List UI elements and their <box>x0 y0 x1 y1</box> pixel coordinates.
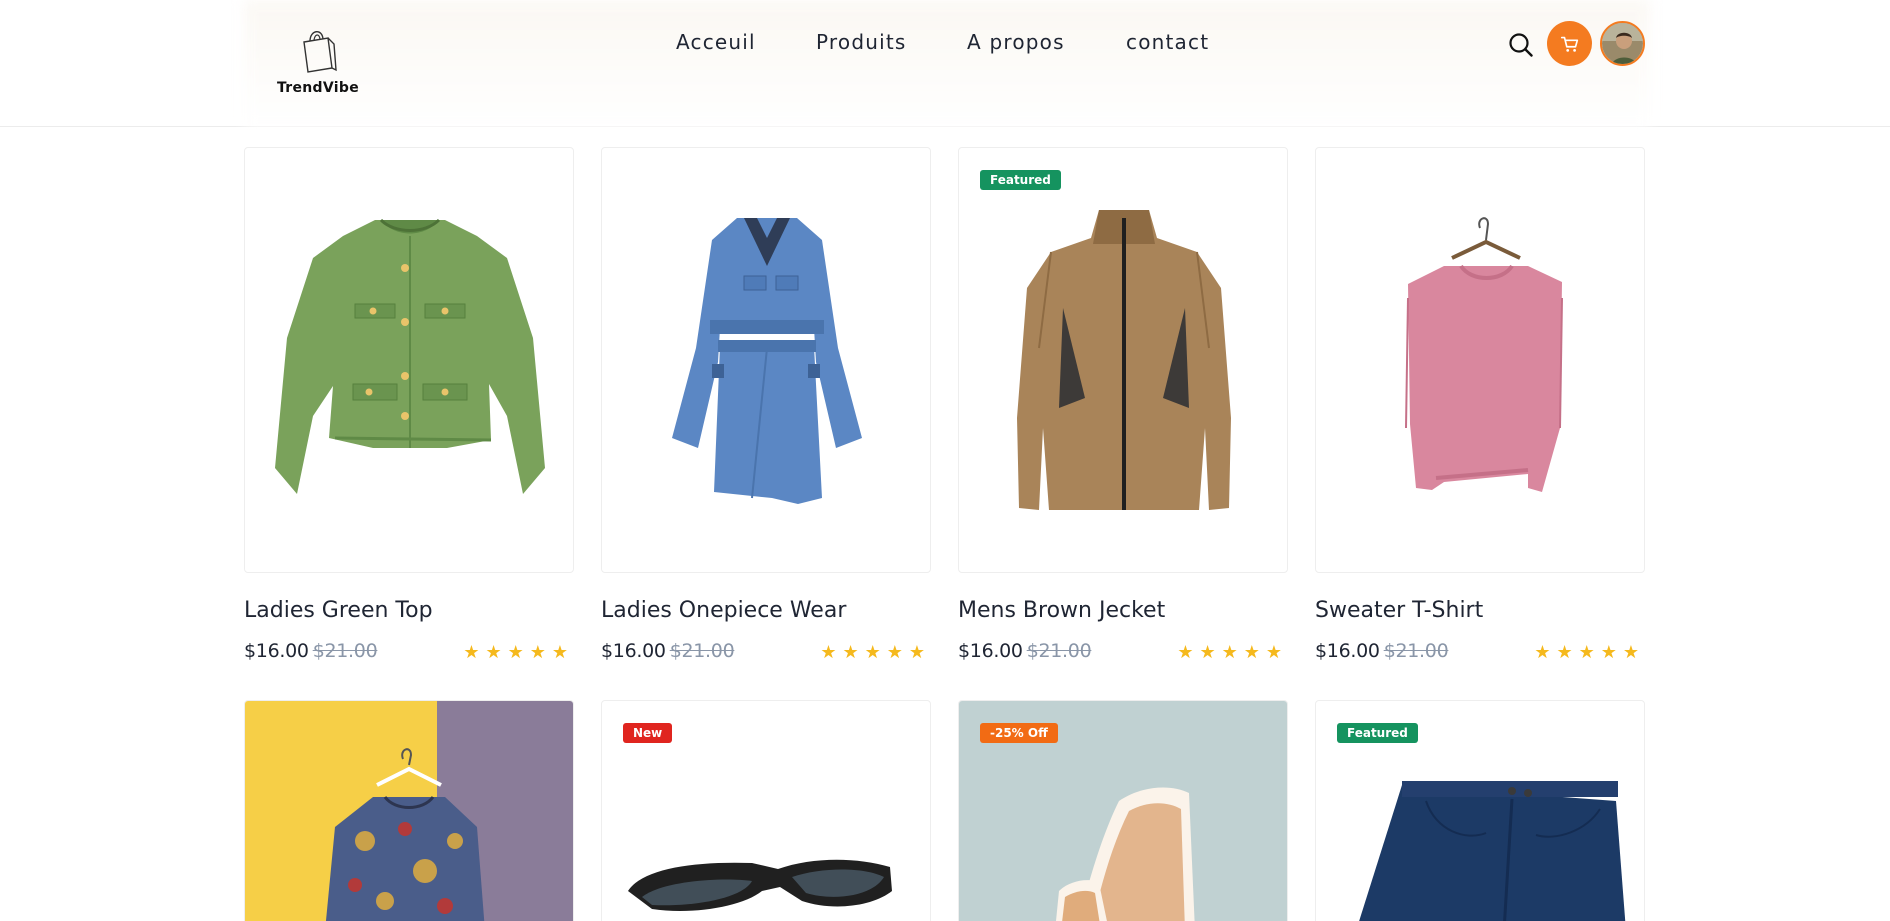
rating-stars: ★★★★★ <box>820 642 931 663</box>
rating-stars: ★★★★★ <box>463 642 574 663</box>
product-price: $16.00 <box>244 640 309 662</box>
product-card[interactable]: -25% Off <box>958 700 1288 921</box>
product-old-price: $21.00 <box>1383 640 1449 662</box>
product-old-price: $21.00 <box>312 640 378 662</box>
rating-stars: ★★★★★ <box>1177 642 1288 663</box>
product-price: $16.00 <box>1315 640 1380 662</box>
price-row: $16.00 $21.00 ★★★★★ <box>601 640 931 666</box>
cart-icon <box>1560 36 1578 52</box>
product-old-price: $21.00 <box>669 640 735 662</box>
product-card[interactable]: Featured <box>958 147 1288 573</box>
badge-featured: Featured <box>1337 723 1418 743</box>
product-image-green-jacket <box>245 148 573 572</box>
site-header: TrendVibe Acceuil Produits A propos cont… <box>0 0 1890 127</box>
price-row: $16.00 $21.00 ★★★★★ <box>958 640 1288 666</box>
product-card[interactable] <box>1315 147 1645 573</box>
header-backdrop <box>244 0 1650 127</box>
product-image-brown-jacket <box>959 148 1287 572</box>
product-title[interactable]: Ladies Onepiece Wear <box>601 598 846 623</box>
cart-button[interactable] <box>1547 21 1592 66</box>
rating-stars: ★★★★★ <box>1534 642 1645 663</box>
product-price: $16.00 <box>958 640 1023 662</box>
badge-featured: Featured <box>980 170 1061 190</box>
product-title[interactable]: Mens Brown Jecket <box>958 598 1165 623</box>
badge-new: New <box>623 723 673 743</box>
product-card[interactable]: New <box>601 700 931 921</box>
product-card[interactable]: Featured <box>1315 700 1645 921</box>
price-row: $16.00 $21.00 ★★★★★ <box>244 640 574 666</box>
product-card[interactable] <box>244 700 574 921</box>
product-image-pink-sweater <box>1316 148 1644 572</box>
nav-item-produits[interactable]: Produits <box>816 30 907 54</box>
search-icon[interactable] <box>1507 31 1535 59</box>
badge-discount: -25% Off <box>980 723 1058 743</box>
product-card[interactable] <box>244 147 574 573</box>
product-title[interactable]: Ladies Green Top <box>244 598 433 623</box>
product-price: $16.00 <box>601 640 666 662</box>
brand-name: TrendVibe <box>276 80 359 96</box>
user-avatar[interactable] <box>1600 21 1645 66</box>
nav-item-contact[interactable]: contact <box>1126 30 1209 54</box>
nav-item-acceuil[interactable]: Acceuil <box>676 30 756 54</box>
price-row: $16.00 $21.00 ★★★★★ <box>1315 640 1645 666</box>
product-old-price: $21.00 <box>1026 640 1092 662</box>
nav-item-a-propos[interactable]: A propos <box>967 30 1065 54</box>
product-title[interactable]: Sweater T-Shirt <box>1315 598 1483 623</box>
product-card[interactable] <box>601 147 931 573</box>
product-image-patterned-blouse <box>245 701 573 921</box>
product-image-blue-dress <box>602 148 930 572</box>
